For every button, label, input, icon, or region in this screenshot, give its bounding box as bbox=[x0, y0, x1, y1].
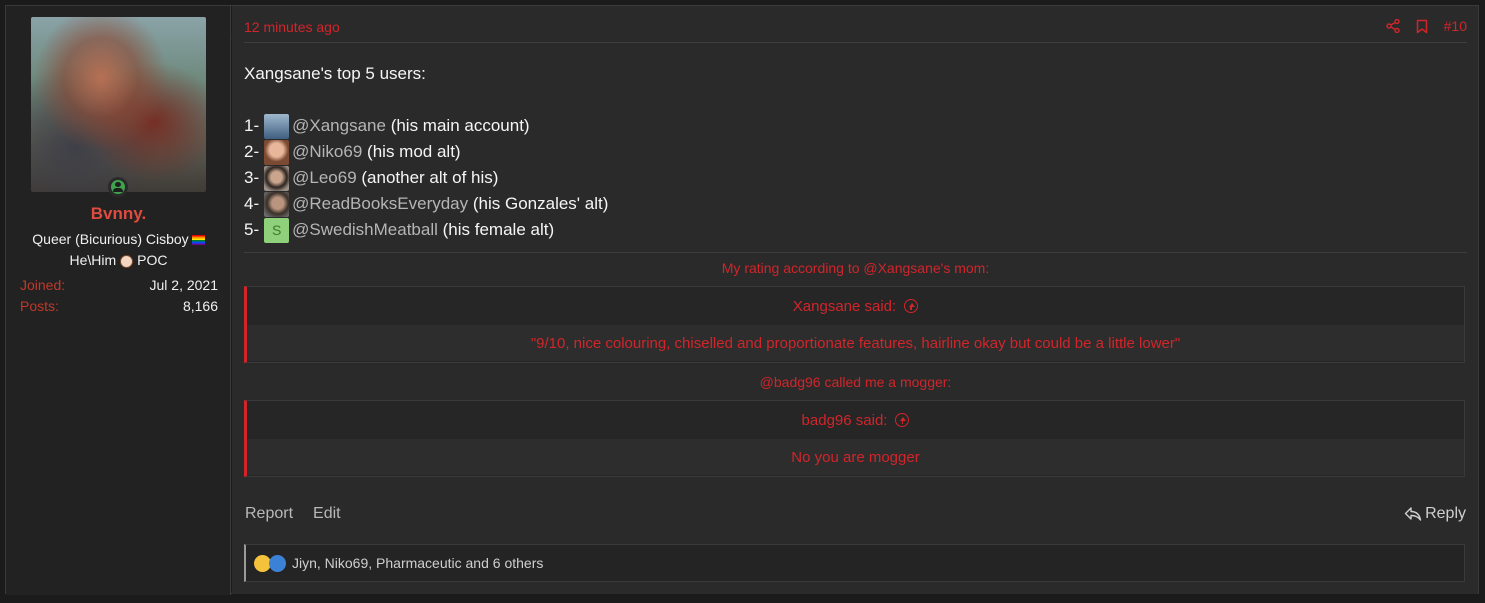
user-title-line1: Queer (Bicurious) Cisboy bbox=[6, 231, 231, 247]
list-item: 4- @ReadBooksEveryday (his Gonzales' alt… bbox=[244, 191, 1467, 217]
list-number: 5- bbox=[244, 220, 260, 239]
bookmark-icon[interactable] bbox=[1416, 19, 1428, 34]
face-emoji-icon bbox=[120, 254, 134, 268]
user-note: (his female alt) bbox=[442, 220, 555, 239]
list-number: 2- bbox=[244, 142, 260, 161]
post-body: Xangsane's top 5 users: 1- @Xangsane (hi… bbox=[244, 61, 1467, 243]
user-mention[interactable]: @Xangsane bbox=[292, 113, 386, 139]
user-title-line2: He\Him POC bbox=[6, 252, 231, 268]
post-main: 12 minutes ago #10 Xangsane's top 5 user… bbox=[232, 6, 1478, 594]
posts-row: Posts: 8,166 bbox=[20, 298, 218, 314]
user-mention[interactable]: @ReadBooksEveryday bbox=[292, 191, 468, 217]
reactions-bar[interactable]: Jiyn, Niko69, Pharmaceutic and 6 others bbox=[244, 544, 1465, 582]
list-item: 2- @Niko69 (his mod alt) bbox=[244, 139, 1467, 165]
reply-icon bbox=[1404, 507, 1422, 521]
author-sidebar: Bvnny. Queer (Bicurious) Cisboy He\Him PO… bbox=[6, 6, 231, 595]
joined-row: Joined: Jul 2, 2021 bbox=[20, 277, 218, 293]
quote-author[interactable]: Xangsane said: bbox=[793, 298, 896, 315]
post-header-actions: #10 bbox=[1385, 18, 1467, 34]
edit-link[interactable]: Edit bbox=[313, 505, 341, 523]
user-avatar[interactable] bbox=[264, 165, 290, 191]
quote-block: Xangsane said: "9/10, nice colouring, ch… bbox=[244, 286, 1465, 363]
user-mention[interactable]: @SwedishMeatball bbox=[292, 217, 438, 243]
user-mention[interactable]: @Leo69 bbox=[292, 165, 357, 191]
report-link[interactable]: Report bbox=[245, 505, 293, 523]
user-note: (his main account) bbox=[390, 116, 530, 135]
posts-label: Posts: bbox=[20, 298, 59, 314]
quote-author[interactable]: badg96 said: bbox=[802, 412, 888, 429]
list-item: 1- @Xangsane (his main account) bbox=[244, 113, 1467, 139]
arrow-up-circle-icon[interactable] bbox=[904, 299, 919, 313]
user-mention[interactable]: @Niko69 bbox=[292, 139, 362, 165]
quote-intro-note: My rating according to @Xangsane's mom: bbox=[721, 260, 990, 276]
quote-block: badg96 said: No you are mogger bbox=[244, 400, 1465, 477]
reply-button[interactable]: Reply bbox=[1404, 505, 1466, 523]
quote-header[interactable]: badg96 said: bbox=[247, 401, 1464, 439]
pronouns-text: He\Him bbox=[69, 252, 117, 268]
reply-label: Reply bbox=[1425, 505, 1466, 522]
user-note: (another alt of his) bbox=[361, 168, 499, 187]
quote-intro-note: @badg96 called me a mogger: bbox=[759, 374, 952, 390]
list-number: 4- bbox=[244, 194, 260, 213]
poc-text: POC bbox=[137, 252, 168, 268]
online-status-icon bbox=[108, 177, 128, 197]
post-header: 12 minutes ago #10 bbox=[244, 16, 1467, 43]
user-note: (his mod alt) bbox=[367, 142, 461, 161]
user-avatar[interactable] bbox=[264, 191, 290, 217]
list-number: 1- bbox=[244, 116, 260, 135]
joined-value: Jul 2, 2021 bbox=[149, 277, 219, 293]
post-number[interactable]: #10 bbox=[1444, 18, 1467, 34]
user-avatar-letter[interactable]: S bbox=[264, 217, 290, 243]
user-avatar[interactable] bbox=[264, 139, 290, 165]
user-avatar[interactable] bbox=[264, 113, 290, 139]
posts-value: 8,166 bbox=[182, 298, 218, 314]
pride-flag-icon bbox=[191, 235, 205, 246]
author-avatar[interactable] bbox=[31, 17, 206, 192]
share-icon[interactable] bbox=[1385, 19, 1400, 33]
divider bbox=[244, 252, 1467, 253]
author-username[interactable]: Bvnny. bbox=[6, 204, 231, 224]
user-note: (his Gonzales' alt) bbox=[472, 194, 609, 213]
post-actions: Report Edit Reply bbox=[244, 504, 1467, 526]
arrow-up-circle-icon[interactable] bbox=[895, 413, 910, 427]
quote-header[interactable]: Xangsane said: bbox=[247, 287, 1464, 325]
like-reaction-icon bbox=[269, 554, 286, 572]
quote-text: "9/10, nice colouring, chiselled and pro… bbox=[247, 325, 1464, 361]
joined-label: Joined: bbox=[20, 277, 66, 293]
intro-line: Xangsane's top 5 users: bbox=[244, 64, 426, 83]
user-title-text: Queer (Bicurious) Cisboy bbox=[32, 231, 189, 247]
list-number: 3- bbox=[244, 168, 260, 187]
post-timestamp[interactable]: 12 minutes ago bbox=[244, 19, 340, 35]
list-item: 5- S @SwedishMeatball (his female alt) bbox=[244, 217, 1467, 243]
quote-text: No you are mogger bbox=[247, 439, 1464, 475]
list-item: 3- @Leo69 (another alt of his) bbox=[244, 165, 1467, 191]
reactions-users[interactable]: Jiyn, Niko69, Pharmaceutic and 6 others bbox=[292, 555, 543, 571]
